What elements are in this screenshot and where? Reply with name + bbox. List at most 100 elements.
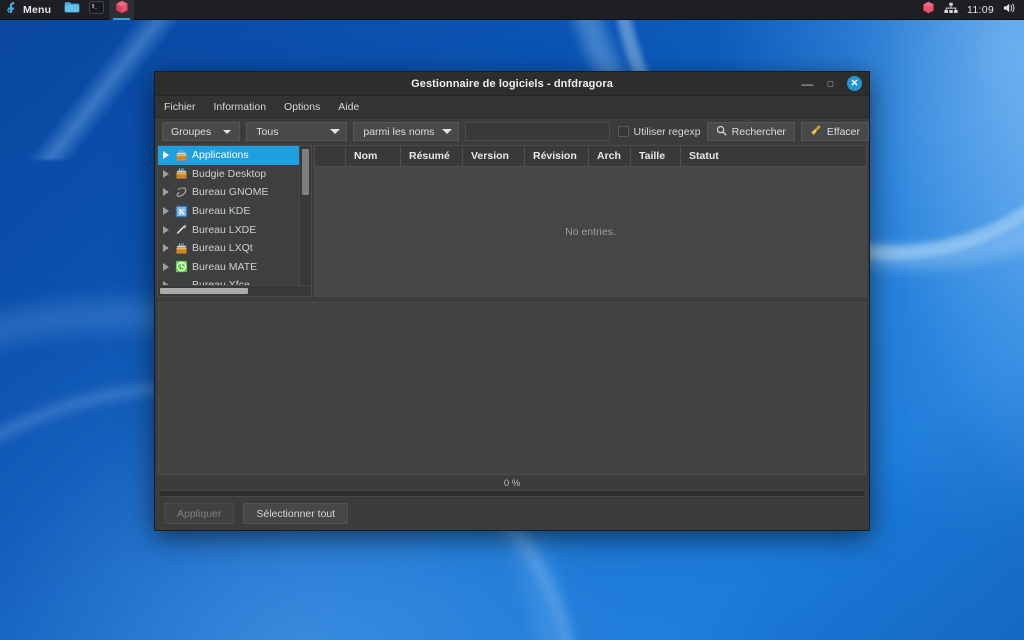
groups-button-label: Groupes xyxy=(171,126,211,138)
menu-bar: Fichier Information Options Aide xyxy=(155,96,869,118)
tree-item-label: Bureau LXQt xyxy=(192,242,253,254)
search-field-dropdown[interactable]: parmi les noms xyxy=(353,122,458,141)
column-header-statut[interactable]: Statut xyxy=(681,146,866,166)
progress-percent-label: 0 % xyxy=(158,478,866,489)
groups-tree-panel: Applications xyxy=(157,145,312,297)
menu-item-fichier[interactable]: Fichier xyxy=(164,101,196,113)
clear-button[interactable]: Effacer xyxy=(801,122,869,141)
menu-item-options[interactable]: Options xyxy=(284,101,320,113)
window-title: Gestionnaire de logiciels - dnfdragora xyxy=(155,78,869,90)
empty-state-message: No entries. xyxy=(565,226,616,238)
column-header-arch[interactable]: Arch xyxy=(589,146,631,166)
tree-item-label: Bureau MATE xyxy=(192,261,257,273)
groups-button[interactable]: Groupes xyxy=(162,122,240,141)
broom-icon xyxy=(810,124,822,139)
svg-text:K: K xyxy=(178,207,185,216)
search-input[interactable] xyxy=(465,122,610,141)
tree-item-label: Bureau GNOME xyxy=(192,186,268,198)
tree-horizontal-scroll-thumb[interactable] xyxy=(160,288,248,294)
tree-item-bureau-kde[interactable]: K Bureau KDE xyxy=(158,202,299,221)
mate-icon xyxy=(174,260,188,274)
gnome-foot-icon xyxy=(174,185,188,199)
apply-button[interactable]: Appliquer xyxy=(164,503,234,524)
svg-text:$_: $_ xyxy=(92,3,99,9)
chevron-down-icon xyxy=(223,130,231,134)
expand-arrow-icon[interactable] xyxy=(163,263,169,271)
tree-item-bureau-xfce[interactable]: Bureau Xfce xyxy=(158,276,299,285)
checkbox-box xyxy=(618,126,629,137)
close-button[interactable]: ✕ xyxy=(847,76,862,91)
filter-dropdown-value: Tous xyxy=(256,126,323,138)
packages-table-body: No entries. xyxy=(315,167,866,296)
minimize-button[interactable]: — xyxy=(801,77,814,90)
use-regexp-checkbox[interactable]: Utiliser regexp xyxy=(618,126,701,138)
filter-dropdown[interactable]: Tous xyxy=(246,122,347,141)
packages-table-header: Nom Résumé Version Révision Arch Taille … xyxy=(315,146,866,167)
search-field-dropdown-value: parmi les noms xyxy=(363,126,434,138)
tree-horizontal-scrollbar[interactable] xyxy=(158,285,311,296)
tray-package-cube-icon[interactable] xyxy=(922,1,935,19)
speaker-icon[interactable] xyxy=(1003,1,1016,19)
menu-item-information[interactable]: Information xyxy=(214,101,267,113)
taskbar-tray: 11:09 xyxy=(922,0,1024,20)
menu-item-aide[interactable]: Aide xyxy=(338,101,359,113)
window-titlebar[interactable]: Gestionnaire de logiciels - dnfdragora —… xyxy=(155,72,869,96)
tree-item-label: Applications xyxy=(192,149,249,161)
expand-arrow-icon[interactable] xyxy=(163,188,169,196)
distro-logo-icon xyxy=(5,1,18,19)
select-all-button[interactable]: Sélectionner tout xyxy=(243,503,348,524)
tree-item-bureau-lxqt[interactable]: Bureau LXQt xyxy=(158,239,299,258)
taskbar-item-dnfdragora[interactable] xyxy=(109,0,134,20)
tree-vertical-scrollbar[interactable] xyxy=(299,146,311,285)
column-header-revision[interactable]: Révision xyxy=(525,146,589,166)
window-controls: — □ ✕ xyxy=(801,76,869,91)
tree-item-bureau-mate[interactable]: Bureau MATE xyxy=(158,258,299,277)
maximize-button[interactable]: □ xyxy=(824,77,837,90)
package-cube-icon xyxy=(115,0,129,19)
chevron-down-icon xyxy=(330,129,340,134)
tree-item-label: Budgie Desktop xyxy=(192,168,266,180)
expand-arrow-icon[interactable] xyxy=(163,151,169,159)
column-header-version[interactable]: Version xyxy=(463,146,525,166)
progress-area: 0 % xyxy=(156,475,868,497)
search-icon xyxy=(716,125,727,139)
search-button-label: Rechercher xyxy=(732,126,786,138)
taskbar-item-file-manager[interactable] xyxy=(59,0,84,20)
footer-bar: Appliquer Sélectionner tout xyxy=(155,497,869,530)
taskbar-clock: 11:09 xyxy=(967,4,994,16)
package-detail-pane xyxy=(158,302,866,475)
groups-tree-list: Applications xyxy=(158,146,299,285)
chevron-down-icon xyxy=(442,129,452,134)
column-header-resume[interactable]: Résumé xyxy=(401,146,463,166)
network-icon[interactable] xyxy=(944,1,958,19)
main-content: Applications xyxy=(155,145,869,497)
taskbar-launchers: $_ xyxy=(59,0,134,20)
tree-item-applications[interactable]: Applications xyxy=(158,146,299,165)
tree-item-bureau-lxde[interactable]: Bureau LXDE xyxy=(158,220,299,239)
toolbox-icon xyxy=(174,148,188,162)
folder-icon xyxy=(64,0,80,19)
expand-arrow-icon[interactable] xyxy=(163,226,169,234)
toolbar: Groupes Tous parmi les noms Utiliser reg… xyxy=(155,118,869,145)
lxde-bird-icon xyxy=(174,223,188,237)
tree-item-budgie-desktop[interactable]: Budgie Desktop xyxy=(158,165,299,184)
search-button[interactable]: Rechercher xyxy=(707,122,795,141)
expand-arrow-icon[interactable] xyxy=(163,207,169,215)
kde-k-icon: K xyxy=(174,204,188,218)
tree-item-label: Bureau KDE xyxy=(192,205,250,217)
column-header-check[interactable] xyxy=(315,146,346,166)
column-header-taille[interactable]: Taille xyxy=(631,146,681,166)
dnfdragora-window: Gestionnaire de logiciels - dnfdragora —… xyxy=(154,71,870,531)
use-regexp-label: Utiliser regexp xyxy=(634,126,701,138)
start-menu-label: Menu xyxy=(23,4,51,16)
toolbox-icon xyxy=(174,167,188,181)
expand-arrow-icon[interactable] xyxy=(163,170,169,178)
taskbar-item-terminal[interactable]: $_ xyxy=(84,0,109,20)
expand-arrow-icon[interactable] xyxy=(163,244,169,252)
split-pane: Applications xyxy=(156,145,868,297)
tree-vertical-scroll-thumb[interactable] xyxy=(302,149,309,195)
start-menu-button[interactable]: Menu xyxy=(0,0,59,20)
progress-bar xyxy=(158,490,866,497)
column-header-nom[interactable]: Nom xyxy=(346,146,401,166)
tree-item-bureau-gnome[interactable]: Bureau GNOME xyxy=(158,183,299,202)
